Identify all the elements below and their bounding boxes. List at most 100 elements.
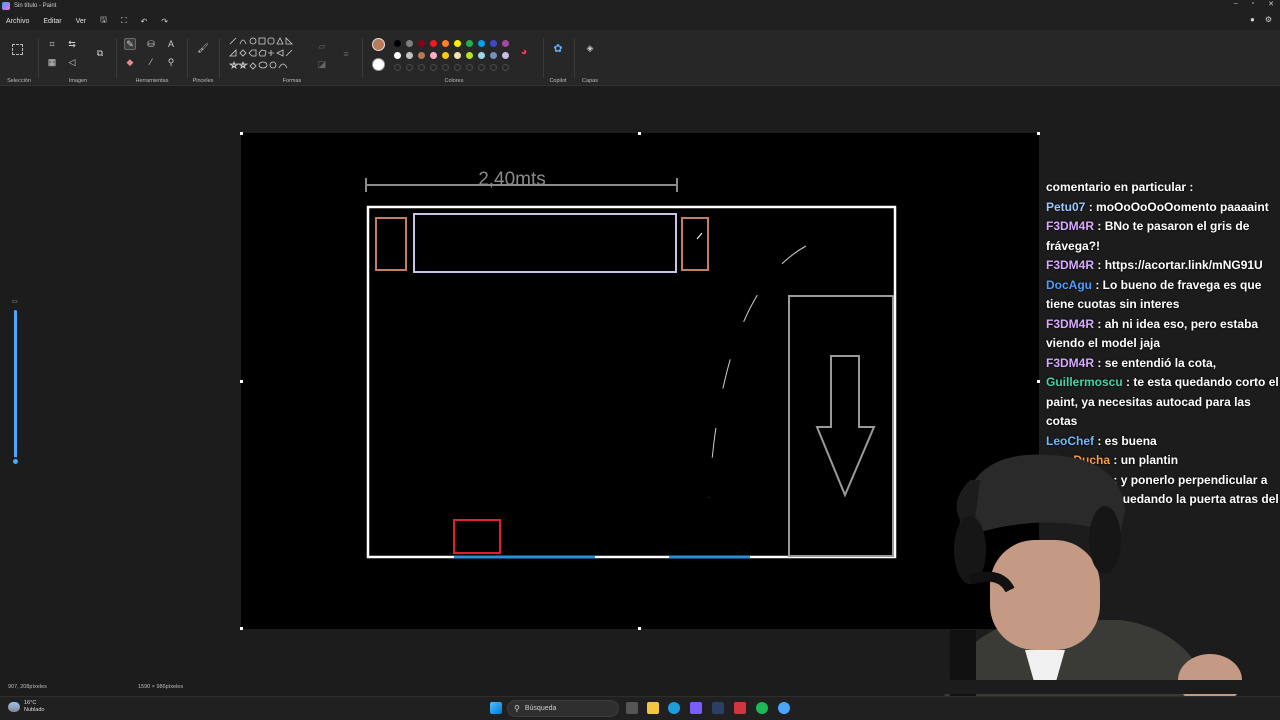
account-icon[interactable]: ● (1250, 15, 1255, 24)
shapes-gallery-icon[interactable] (228, 36, 312, 72)
color-swatch[interactable] (490, 52, 497, 59)
color-swatch[interactable] (466, 52, 473, 59)
select-rectangle-icon[interactable] (12, 44, 23, 55)
search-placeholder: Búsqueda (524, 705, 557, 712)
share-icon[interactable]: ⛶ (121, 16, 127, 26)
custom-color-slot[interactable] (466, 64, 473, 71)
zoom-slider-track[interactable] (14, 310, 17, 462)
color-swatch[interactable] (454, 40, 461, 47)
start-icon[interactable] (490, 702, 502, 714)
divider (574, 38, 575, 78)
fill-icon[interactable]: ⛁ (145, 38, 157, 50)
color-swatch[interactable] (502, 40, 509, 47)
menu-right-icons: ● ⚙ (1250, 15, 1272, 24)
resize-handle[interactable] (1037, 132, 1040, 135)
menu-edit[interactable]: Editar (43, 18, 61, 25)
color-swatch[interactable] (454, 52, 461, 59)
stroke-size-icon[interactable]: ≡ (340, 48, 352, 60)
secondary-color-swatch[interactable] (372, 58, 385, 71)
nightstand-left (375, 217, 407, 271)
maximize-button[interactable]: ▫ (1252, 0, 1254, 8)
fill-shape-icon[interactable]: ◪ (316, 58, 328, 70)
color-swatch[interactable] (430, 52, 437, 59)
custom-color-slot[interactable] (502, 64, 509, 71)
chat-message: comentario en particular : (1046, 178, 1280, 198)
redo-icon[interactable]: ↷ (161, 17, 168, 26)
tools-label: Herramientas (135, 78, 169, 84)
color-picker-icon[interactable]: ⁄ (145, 56, 157, 68)
outline-icon[interactable]: ▱ (316, 40, 328, 52)
paint-taskbar-icon[interactable] (778, 702, 790, 714)
status-bar: 907, 208píxeles 1590 × 986píxeles (0, 680, 1280, 694)
file-explorer-icon[interactable] (647, 702, 659, 714)
color-swatch[interactable] (478, 52, 485, 59)
weather-desc: Nublado (24, 707, 45, 713)
chat-username: F3DM4R (1046, 258, 1095, 272)
bed-rectangle (413, 213, 677, 273)
selection-group: Selección (2, 34, 36, 84)
chat-message: Petu07 : moOoOoOoOomento paaaaint (1046, 199, 1269, 214)
custom-color-slot[interactable] (478, 64, 485, 71)
weather-widget[interactable]: 16°C Nublado (8, 700, 45, 714)
custom-color-slot[interactable] (442, 64, 449, 71)
color-swatch[interactable] (442, 52, 449, 59)
custom-color-slot[interactable] (418, 64, 425, 71)
menu-file[interactable]: Archivo (6, 18, 29, 25)
zoom-slider-thumb[interactable] (11, 457, 20, 466)
custom-color-slot[interactable] (406, 64, 413, 71)
zoom-fit-icon[interactable]: ▭ (12, 298, 19, 305)
color-swatch[interactable] (406, 40, 413, 47)
magnifier-icon[interactable]: ⚲ (165, 56, 177, 68)
color-swatch[interactable] (418, 52, 425, 59)
brush-icon[interactable]: 🖌 (197, 42, 209, 54)
resize-handle[interactable] (240, 380, 243, 383)
custom-color-slot[interactable] (394, 64, 401, 71)
capcut-icon[interactable] (734, 702, 746, 714)
custom-color-slot[interactable] (454, 64, 461, 71)
resize-handle[interactable] (240, 132, 243, 135)
resize-handle[interactable] (638, 132, 641, 135)
color-swatch[interactable] (442, 40, 449, 47)
menu-view[interactable]: Ver (76, 18, 87, 25)
spotify-icon[interactable] (756, 702, 768, 714)
settings-icon[interactable]: ⚙ (1265, 15, 1272, 24)
color-swatch[interactable] (490, 40, 497, 47)
close-button[interactable]: ✕ (1268, 0, 1274, 8)
door-swing-arc (708, 245, 807, 499)
minimize-button[interactable]: – (1234, 0, 1238, 8)
custom-color-slot[interactable] (430, 64, 437, 71)
color-swatch[interactable] (418, 40, 425, 47)
color-swatch[interactable] (466, 40, 473, 47)
layers-icon[interactable]: ◈ (584, 42, 596, 54)
resize-handle[interactable] (240, 627, 243, 630)
edge-icon[interactable] (668, 702, 680, 714)
task-view-icon[interactable] (626, 702, 638, 714)
flip-icon[interactable]: ◁ (66, 56, 78, 68)
copilot-icon[interactable]: ✿ (552, 42, 564, 55)
primary-color-swatch[interactable] (372, 38, 385, 51)
color-swatch[interactable] (406, 52, 413, 59)
text-icon[interactable]: A (165, 38, 177, 50)
edit-colors-icon[interactable]: ◕ (518, 46, 530, 58)
chat-text: https://acortar.link/mNG91U (1104, 258, 1263, 272)
color-swatch[interactable] (502, 52, 509, 59)
resize-icon[interactable]: ⇆ (66, 38, 78, 50)
pencil-icon[interactable]: ✎ (124, 38, 136, 50)
resize-handle[interactable] (638, 627, 641, 630)
save-icon[interactable]: 🖫 (100, 14, 107, 28)
color-swatch[interactable] (478, 40, 485, 47)
crop-icon[interactable]: ⌗ (46, 38, 58, 50)
app-icon[interactable] (690, 702, 702, 714)
eraser-icon[interactable]: ◆ (124, 56, 136, 68)
taskbar-search[interactable]: ⚲ Búsqueda (507, 700, 619, 717)
color-swatch[interactable] (394, 40, 401, 47)
rotate-icon[interactable]: ▦ (46, 56, 58, 68)
window-title: Sin título - Paint (14, 3, 57, 9)
color-swatch[interactable] (430, 40, 437, 47)
undo-icon[interactable]: ↶ (141, 17, 148, 26)
color-swatch[interactable] (394, 52, 401, 59)
steam-icon[interactable] (712, 702, 724, 714)
remove-background-icon[interactable]: ⧉ (94, 47, 106, 59)
resize-handle[interactable] (1037, 380, 1040, 383)
custom-color-slot[interactable] (490, 64, 497, 71)
